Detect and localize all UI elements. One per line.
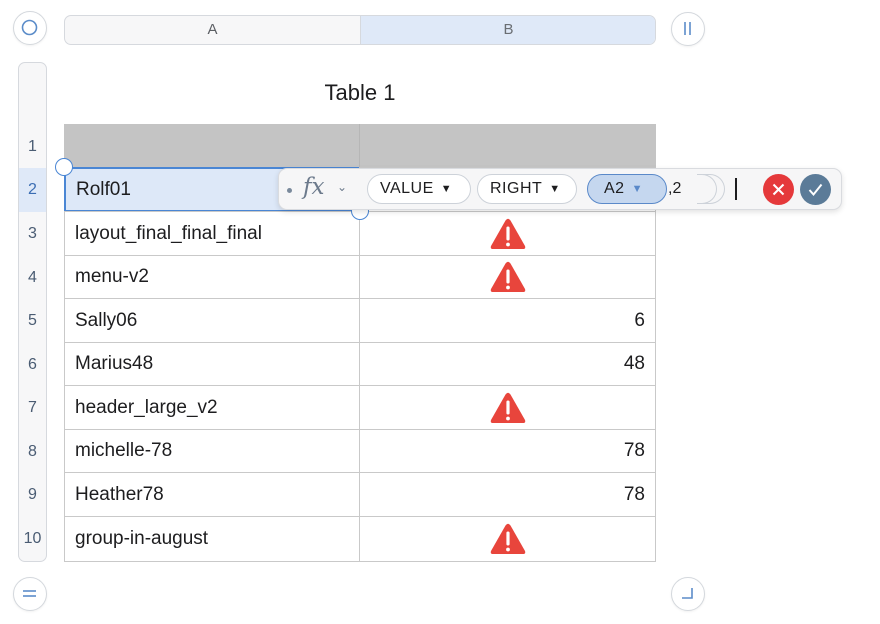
row-handle-icon <box>23 590 36 597</box>
cell-b7[interactable] <box>359 385 656 430</box>
row-header-7[interactable]: 7 <box>19 386 46 430</box>
close-icon <box>772 183 785 196</box>
table-title[interactable]: Table 1 <box>260 80 460 106</box>
warning-icon <box>490 392 525 423</box>
add-row-handle[interactable] <box>13 577 47 611</box>
circle-icon <box>21 19 38 36</box>
row-header-2[interactable]: 2 <box>19 168 46 212</box>
reference-token-a2[interactable]: A2 ▼ <box>587 174 667 204</box>
add-column-handle[interactable] <box>671 12 705 46</box>
cell-b6[interactable]: 48 <box>359 342 656 386</box>
dropdown-triangle-icon: ▼ <box>549 183 561 195</box>
cell-a9[interactable]: Heather78 <box>64 472 360 517</box>
cell-b5[interactable]: 6 <box>359 298 656 343</box>
cell-a4[interactable]: menu-v2 <box>64 255 360 299</box>
resize-table-handle[interactable] <box>671 577 705 611</box>
cell-b9[interactable]: 78 <box>359 472 656 517</box>
row-header-10[interactable]: 10 <box>19 517 46 561</box>
function-token-right[interactable]: RIGHT ▼ <box>477 174 577 204</box>
header-row-divider <box>359 124 360 167</box>
formula-editor[interactable]: fx ⌄ VALUE ▼ RIGHT ▼ A2 ▼ ,2 <box>278 168 842 210</box>
cell-a8[interactable]: michelle-78 <box>64 429 360 473</box>
cell-a5[interactable]: Sally06 <box>64 298 360 343</box>
function-right-label: RIGHT <box>490 180 543 197</box>
cell-b8[interactable]: 78 <box>359 429 656 473</box>
column-header-bar: A B <box>64 15 656 45</box>
accept-formula-button[interactable] <box>800 174 831 205</box>
drag-dot-icon[interactable] <box>287 188 292 193</box>
table-select-button[interactable] <box>13 11 47 45</box>
selection-handle-top[interactable] <box>55 158 73 176</box>
cell-b3[interactable] <box>359 211 656 256</box>
header-row[interactable] <box>64 124 656 167</box>
dropdown-triangle-icon: ▼ <box>440 183 453 195</box>
warning-icon <box>490 523 525 554</box>
cancel-formula-button[interactable] <box>763 174 794 205</box>
column-handle-icon <box>684 22 691 35</box>
dropdown-triangle-icon: ▼ <box>631 183 643 195</box>
column-header-b[interactable]: B <box>360 16 655 44</box>
chevron-down-icon[interactable]: ⌄ <box>337 180 347 194</box>
column-header-a[interactable]: A <box>65 16 360 44</box>
cell-a10[interactable]: group-in-august <box>64 516 360 562</box>
row-header-5[interactable]: 5 <box>19 299 46 343</box>
row-header-8[interactable]: 8 <box>19 430 46 473</box>
row-header-9[interactable]: 9 <box>19 473 46 517</box>
cell-b4[interactable] <box>359 255 656 299</box>
row-header-bar: 1 2 3 4 5 6 7 8 9 10 <box>18 62 47 562</box>
resize-corner-icon <box>682 588 693 599</box>
checkmark-icon <box>808 183 823 197</box>
reference-label: A2 <box>604 180 625 197</box>
argument-text: ,2 <box>668 180 682 197</box>
row-header-6[interactable]: 6 <box>19 343 46 386</box>
warning-icon <box>490 261 525 292</box>
fx-icon[interactable]: fx <box>303 174 324 200</box>
cell-b10[interactable] <box>359 516 656 562</box>
function-token-value[interactable]: VALUE ▼ <box>367 174 471 204</box>
warning-icon <box>490 218 525 249</box>
cell-a3[interactable]: layout_final_final_final <box>64 211 360 256</box>
row-header-4[interactable]: 4 <box>19 256 46 299</box>
row-header-3[interactable]: 3 <box>19 212 46 256</box>
row-header-1[interactable]: 1 <box>19 125 46 168</box>
cell-a6[interactable]: Marius48 <box>64 342 360 386</box>
function-value-label: VALUE <box>380 180 434 197</box>
cell-a7[interactable]: header_large_v2 <box>64 385 360 430</box>
text-caret <box>735 178 737 200</box>
